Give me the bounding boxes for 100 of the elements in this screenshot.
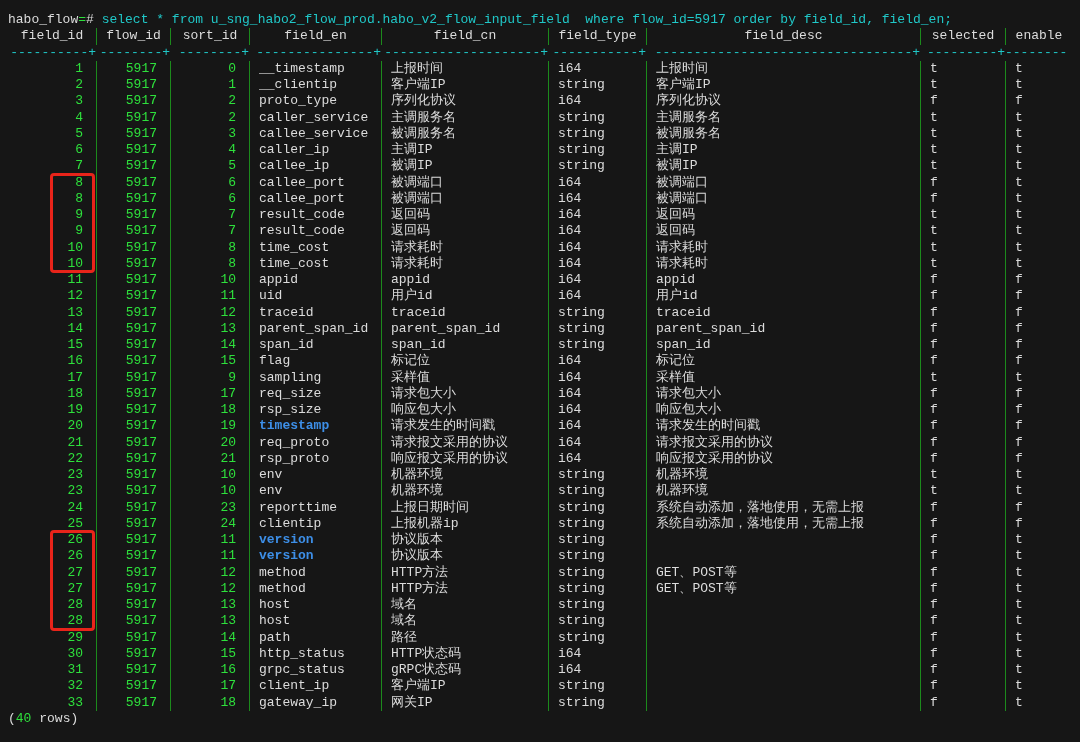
table-cell: 9 (75, 207, 83, 222)
table-cell: traceid (391, 304, 446, 320)
table-cell: i64 (558, 223, 582, 239)
table-cell: string (558, 499, 605, 515)
table-cell: env (259, 483, 283, 499)
table-cell: i64 (558, 239, 582, 255)
table-cell: 5917 (125, 580, 157, 596)
table-cell: 8 (75, 190, 83, 206)
column-header: field_en (284, 28, 347, 44)
table-cell: string (558, 109, 605, 125)
table-cell: 5917 (125, 402, 157, 417)
table-cell: t (1015, 548, 1023, 564)
table-cell: 5917 (125, 109, 157, 125)
table-cell: 返回码 (391, 207, 430, 222)
table-cell: i64 (558, 190, 582, 206)
table-cell: http_status (259, 645, 345, 661)
table-cell: GET、POST等 (656, 564, 737, 580)
table-cell: version (259, 532, 314, 547)
header-rule: --------+ (178, 44, 249, 60)
table-cell: 19 (220, 418, 236, 434)
table-cell: 5917 (125, 158, 157, 174)
table-cell: gRPC状态码 (391, 662, 462, 677)
table-cell: f (1015, 499, 1023, 515)
table-cell: 用户id (656, 288, 698, 304)
table-cell: f (930, 272, 938, 287)
table-cell: 响应包大小 (391, 402, 456, 417)
table-cell: t (930, 207, 938, 222)
table-cell: f (930, 402, 938, 417)
table-cell: i64 (558, 385, 582, 401)
table-cell: 12 (220, 564, 236, 580)
table-cell: 5917 (125, 532, 157, 547)
table-cell: 被调端口 (391, 174, 443, 190)
table-cell: 系统自动添加，落地使用，无需上报 (656, 515, 864, 531)
table-cell: 7 (228, 223, 236, 239)
column-header: field_type (558, 28, 637, 44)
header-rule: ----------+ (10, 44, 96, 60)
table-cell: 5 (75, 125, 83, 141)
table-cell: f (930, 434, 938, 450)
table-cell: string (558, 125, 605, 141)
table-cell: f (930, 320, 938, 336)
table-cell: 2 (75, 77, 83, 92)
column-header: enable (1015, 28, 1063, 44)
table-cell: 28 (67, 613, 83, 629)
table-cell: rsp_size (259, 402, 322, 417)
column-header: selected (931, 28, 995, 44)
table-cell: 请求耗时 (656, 255, 708, 271)
table-cell: 协议版本 (391, 548, 443, 564)
table-cell: time_cost (259, 255, 330, 271)
table-cell: f (1015, 434, 1023, 450)
table-cell: i64 (558, 645, 582, 661)
table-cell: 主调服务名 (656, 109, 721, 125)
table-cell: 机器环境 (656, 483, 708, 499)
table-cell: f (930, 564, 938, 580)
table-cell: f (930, 190, 938, 206)
table-cell: 5917 (125, 337, 157, 352)
table-cell: 12 (220, 304, 236, 320)
table-cell: 10 (220, 272, 236, 287)
table-cell: t (1015, 207, 1023, 222)
table-cell: string (558, 548, 605, 564)
table-cell: f (930, 678, 938, 694)
table-cell: t (930, 483, 938, 499)
table-cell: 返回码 (656, 223, 695, 239)
table-cell: t (1015, 142, 1023, 157)
table-cell: 5917 (125, 93, 157, 109)
header-rule: --------------------+ (384, 44, 548, 60)
table-cell: client_ip (259, 678, 330, 694)
table-cell: gateway_ip (259, 694, 337, 710)
table-cell: 5917 (125, 548, 157, 564)
table-cell: 5917 (125, 288, 157, 304)
table-cell: 被调IP (656, 158, 698, 174)
table-cell: env (259, 467, 283, 482)
table-cell: t (930, 158, 938, 174)
table-cell: span_id (656, 337, 711, 352)
table-cell: f (930, 662, 938, 677)
table-cell: 5917 (125, 694, 157, 710)
table-cell: 14 (67, 320, 83, 336)
table-cell: clientip (259, 515, 322, 531)
table-cell: span_id (391, 337, 446, 352)
table-cell: 5917 (125, 320, 157, 336)
table-cell: 主调IP (656, 142, 698, 157)
table-cell: flag (259, 353, 291, 369)
table-cell: 协议版本 (391, 532, 443, 547)
table-cell: proto_type (259, 93, 337, 109)
table-cell: 2 (228, 109, 236, 125)
table-cell: 27 (67, 580, 83, 596)
table-cell: t (1015, 369, 1023, 385)
table-cell: reporttime (259, 499, 337, 515)
table-cell: t (930, 125, 938, 141)
column-header: flow_id (106, 28, 161, 44)
table-cell: 被调IP (391, 158, 433, 174)
table-cell: 被调服务名 (656, 125, 721, 141)
table-cell: i64 (558, 207, 582, 222)
table-cell: t (930, 467, 938, 482)
table-cell: 11 (220, 548, 236, 564)
table-cell: t (1015, 629, 1023, 645)
table-cell: 域名 (391, 597, 417, 612)
table-cell: result_code (259, 207, 345, 222)
table-cell: 26 (67, 548, 83, 564)
table-cell: f (930, 629, 938, 645)
table-cell: callee_port (259, 190, 345, 206)
